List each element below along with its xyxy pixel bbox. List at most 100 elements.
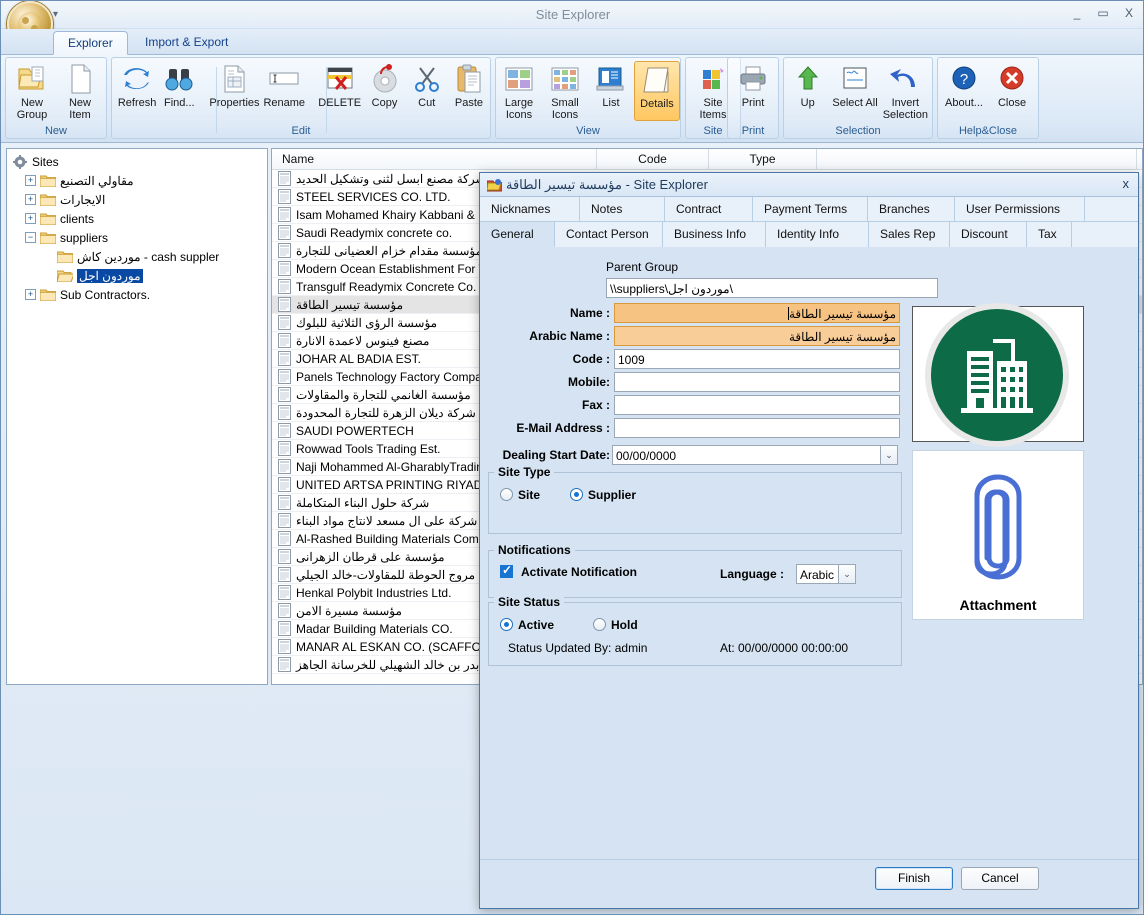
- tab-notes[interactable]: Notes: [580, 197, 665, 221]
- parent-group-input[interactable]: \\suppliers\موردون اجل\: [606, 278, 938, 298]
- new-item-icon: [63, 63, 97, 95]
- cancel-button[interactable]: Cancel: [961, 867, 1039, 890]
- cut-button[interactable]: Cut: [406, 61, 448, 119]
- document-icon: [278, 279, 291, 294]
- dialog-close-button[interactable]: x: [1123, 176, 1130, 191]
- radio-supplier[interactable]: Supplier: [570, 488, 636, 502]
- code-input[interactable]: 1009: [614, 349, 900, 369]
- tab-branches[interactable]: Branches: [868, 197, 955, 221]
- about-button[interactable]: ? About...: [940, 61, 988, 119]
- quick-access-toolbar-icon[interactable]: ▾: [53, 9, 58, 20]
- close-app-button[interactable]: Close: [988, 61, 1036, 119]
- tab-payment-terms[interactable]: Payment Terms: [753, 197, 868, 221]
- radio-site[interactable]: Site: [500, 488, 540, 502]
- sites-tree-panel[interactable]: Sites + مقاولي التصنيع + الايجارات + cli…: [6, 148, 268, 685]
- list-item-name: مؤسسة الغانمي للتجارة والمقاولات: [296, 387, 471, 402]
- folder-icon: [39, 212, 57, 226]
- tree-item-cash-supplier[interactable]: موردين كاش - cash suppler: [11, 247, 267, 266]
- radio-hold[interactable]: Hold: [593, 618, 638, 632]
- document-icon: [278, 549, 291, 564]
- column-header-type[interactable]: Type: [709, 149, 817, 169]
- invert-selection-button[interactable]: Invert Selection: [879, 61, 932, 121]
- details-view-button[interactable]: Details: [633, 61, 681, 121]
- tab-identity-info[interactable]: Identity Info: [766, 222, 869, 247]
- new-item-button[interactable]: New Item: [56, 61, 104, 121]
- column-header-name[interactable]: Name: [272, 149, 597, 169]
- dealing-start-date-value: 00/00/0000: [616, 449, 677, 463]
- name-input[interactable]: مؤسسة تيسير الطاقة: [614, 303, 900, 323]
- dialog-titlebar: Site Explorer - مؤسسة تيسير الطاقة x: [480, 173, 1138, 197]
- tree-item-1[interactable]: + الايجارات: [11, 190, 267, 209]
- minimize-button[interactable]: _: [1069, 5, 1085, 21]
- tree-expander-6[interactable]: +: [25, 289, 36, 300]
- tab-user-permissions[interactable]: User Permissions: [955, 197, 1085, 221]
- tab-nicknames[interactable]: Nicknames: [480, 197, 580, 221]
- tree-item-label-0: مقاولي التصنيع: [60, 173, 134, 188]
- tree-expander-0[interactable]: +: [25, 175, 36, 186]
- new-group-button[interactable]: New Group: [8, 61, 56, 121]
- chevron-down-icon[interactable]: ⌄: [838, 565, 855, 583]
- close-button[interactable]: X: [1121, 5, 1137, 21]
- radio-hold-icon: [593, 618, 606, 631]
- document-icon: [278, 225, 291, 240]
- buildings-logo-icon: [931, 309, 1063, 441]
- maximize-button[interactable]: ▭: [1095, 5, 1111, 21]
- dialog-title: Site Explorer - مؤسسة تيسير الطاقة: [506, 177, 708, 192]
- document-icon: [278, 351, 291, 366]
- site-status-group: [488, 602, 902, 666]
- dealing-start-date-input[interactable]: 00/00/0000 ⌄: [612, 445, 898, 465]
- language-select[interactable]: Arabic ⌄: [796, 564, 856, 584]
- tree-item-0[interactable]: + مقاولي التصنيع: [11, 171, 267, 190]
- find-button[interactable]: Find...: [158, 61, 200, 119]
- tab-contact-person[interactable]: Contact Person: [555, 222, 663, 247]
- select-all-button[interactable]: Select All: [831, 61, 878, 121]
- small-icons-button[interactable]: Small Icons: [542, 61, 588, 121]
- up-button[interactable]: Up: [784, 61, 831, 121]
- list-item-name: شركة مصنع ابسل لثنى وتشكيل الحديد: [296, 171, 486, 186]
- tree-item-mawridoun-ajal[interactable]: موردون اجل: [11, 266, 267, 285]
- tree-item-sub-contractors[interactable]: + Sub Contractors.: [11, 285, 267, 304]
- tab-discount[interactable]: Discount: [950, 222, 1027, 247]
- tab-import-export-label: Import & Export: [145, 35, 229, 49]
- tree-expander-1[interactable]: +: [25, 194, 36, 205]
- paste-button[interactable]: Paste: [448, 61, 490, 119]
- radio-active[interactable]: Active: [500, 618, 554, 632]
- delete-button[interactable]: DELETE: [316, 61, 363, 119]
- rename-button[interactable]: Rename: [261, 61, 308, 119]
- refresh-button[interactable]: Refresh: [116, 61, 158, 119]
- column-header-code[interactable]: Code: [597, 149, 709, 169]
- paste-label: Paste: [454, 97, 483, 109]
- attachment-box[interactable]: Attachment: [912, 450, 1084, 620]
- chevron-down-icon[interactable]: ⌄: [880, 446, 897, 464]
- list-view-button[interactable]: List: [588, 61, 634, 121]
- tab-business-info[interactable]: Business Info: [663, 222, 766, 247]
- mobile-input[interactable]: [614, 372, 900, 392]
- print-button[interactable]: Print: [729, 61, 777, 119]
- tree-item-clients[interactable]: + clients: [11, 209, 267, 228]
- tab-import-export[interactable]: Import & Export: [131, 31, 242, 55]
- finish-button[interactable]: Finish: [875, 867, 953, 890]
- fax-input[interactable]: [614, 395, 900, 415]
- copy-button[interactable]: Copy: [363, 61, 405, 119]
- radio-active-icon: [500, 618, 513, 631]
- tree-item-suppliers[interactable]: − suppliers: [11, 228, 267, 247]
- activate-notification-checkbox[interactable]: Activate Notification: [500, 563, 637, 579]
- parent-group-label: Parent Group: [606, 260, 679, 274]
- arabic-name-input[interactable]: مؤسسة تيسير الطاقة: [614, 326, 900, 346]
- dialog-body: Parent Group \\suppliers\موردون اجل\ Nam…: [480, 247, 1138, 897]
- column-header-extra[interactable]: [817, 149, 1137, 169]
- email-input[interactable]: [614, 418, 900, 438]
- tree-expander-3[interactable]: −: [25, 232, 36, 243]
- language-label: Language :: [720, 567, 785, 581]
- tab-tax[interactable]: Tax: [1027, 222, 1072, 247]
- document-icon: [278, 441, 291, 456]
- site-logo-box[interactable]: [912, 303, 1084, 447]
- tab-explorer[interactable]: Explorer: [53, 31, 128, 55]
- tab-contract[interactable]: Contract: [665, 197, 753, 221]
- arabic-name-label: Arabic Name :: [529, 329, 610, 343]
- tree-expander-2[interactable]: +: [25, 213, 36, 224]
- tab-sales-rep[interactable]: Sales Rep: [869, 222, 950, 247]
- tree-root-sites[interactable]: Sites: [11, 152, 267, 171]
- large-icons-button[interactable]: Large Icons: [496, 61, 542, 121]
- tab-general[interactable]: General: [480, 222, 555, 247]
